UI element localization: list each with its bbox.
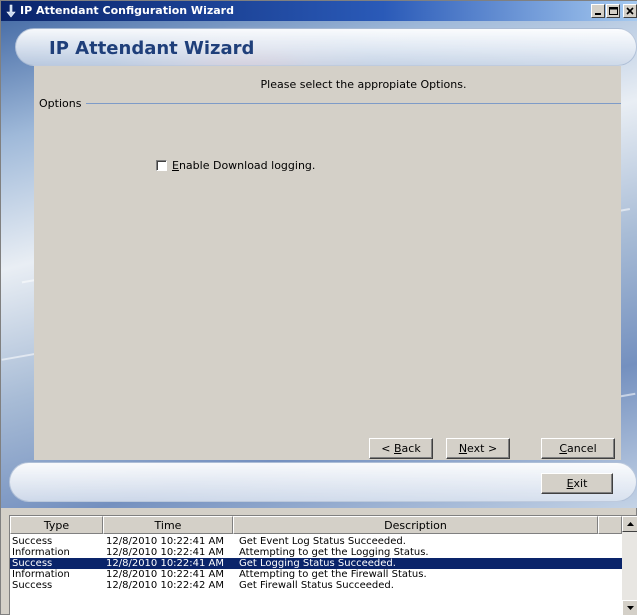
log-description: Get Firewall Status Succeeded. [239, 580, 394, 591]
footer-banner: Exit [9, 462, 637, 502]
scroll-up-button[interactable] [622, 516, 637, 532]
back-button[interactable]: < Back [369, 438, 433, 459]
log-type: Success [12, 580, 53, 591]
log-type: Information [12, 547, 70, 558]
options-group-label: Options [39, 97, 86, 110]
scroll-down-button[interactable] [622, 600, 637, 615]
log-header: Type Time Description [10, 516, 622, 534]
column-header-time[interactable]: Time [103, 516, 233, 534]
scroll-up-icon [627, 522, 634, 526]
instruction-text: Please select the appropiate Options. [260, 78, 467, 91]
log-row[interactable]: Information 12/8/2010 10:22:41 AM Attemp… [10, 569, 622, 580]
log-time: 12/8/2010 10:22:42 AM [106, 580, 225, 591]
wizard-header-title: IP Attendant Wizard [49, 38, 255, 59]
log-scrollbar[interactable] [622, 516, 637, 615]
log-time: 12/8/2010 10:22:41 AM [106, 569, 225, 580]
app-icon [5, 4, 17, 18]
cancel-button[interactable]: Cancel [541, 438, 615, 459]
log-time: 12/8/2010 10:22:41 AM [106, 558, 225, 569]
log-description: Get Logging Status Succeeded. [239, 558, 396, 569]
log-row[interactable]: Success 12/8/2010 10:22:42 AM Get Firewa… [10, 580, 622, 591]
column-header-description[interactable]: Description [233, 516, 598, 534]
header-banner: IP Attendant Wizard [15, 28, 637, 66]
log-row[interactable]: Information 12/8/2010 10:22:41 AM Attemp… [10, 547, 622, 558]
maximize-button[interactable] [606, 4, 620, 18]
log-description: Attempting to get the Firewall Status. [239, 569, 427, 580]
window-title: IP Attendant Configuration Wizard [20, 4, 234, 17]
log-row-selected[interactable]: Success 12/8/2010 10:22:41 AM Get Loggin… [10, 558, 622, 569]
maximize-icon [609, 7, 618, 15]
log-time: 12/8/2010 10:22:41 AM [106, 536, 225, 547]
log-type: Success [12, 536, 53, 547]
log-type: Information [12, 569, 70, 580]
group-divider [86, 103, 621, 104]
minimize-icon [595, 13, 601, 15]
column-header-spacer [598, 516, 622, 534]
scroll-down-icon [627, 606, 634, 610]
close-icon [626, 7, 634, 15]
log-type: Success [12, 558, 53, 569]
event-log-list[interactable]: Type Time Description Success 12/8/2010 … [9, 515, 637, 615]
title-bar[interactable]: IP Attendant Configuration Wizard [1, 1, 637, 21]
close-button[interactable] [623, 4, 637, 18]
options-panel: Please select the appropiate Options. Op… [34, 66, 621, 460]
enable-download-logging-checkbox[interactable] [156, 160, 167, 171]
enable-download-logging-label[interactable]: Enable Download logging. [172, 159, 315, 172]
column-header-type[interactable]: Type [10, 516, 103, 534]
wizard-window: IP Attendant Configuration Wizard IP Att… [0, 0, 637, 615]
next-button[interactable]: Next > [446, 438, 510, 459]
log-description: Get Event Log Status Succeeded. [239, 536, 406, 547]
log-description: Attempting to get the Logging Status. [239, 547, 429, 558]
log-time: 12/8/2010 10:22:41 AM [106, 547, 225, 558]
log-row[interactable]: Success 12/8/2010 10:22:41 AM Get Event … [10, 536, 622, 547]
minimize-button[interactable] [591, 4, 605, 18]
exit-button[interactable]: Exit [541, 473, 613, 494]
